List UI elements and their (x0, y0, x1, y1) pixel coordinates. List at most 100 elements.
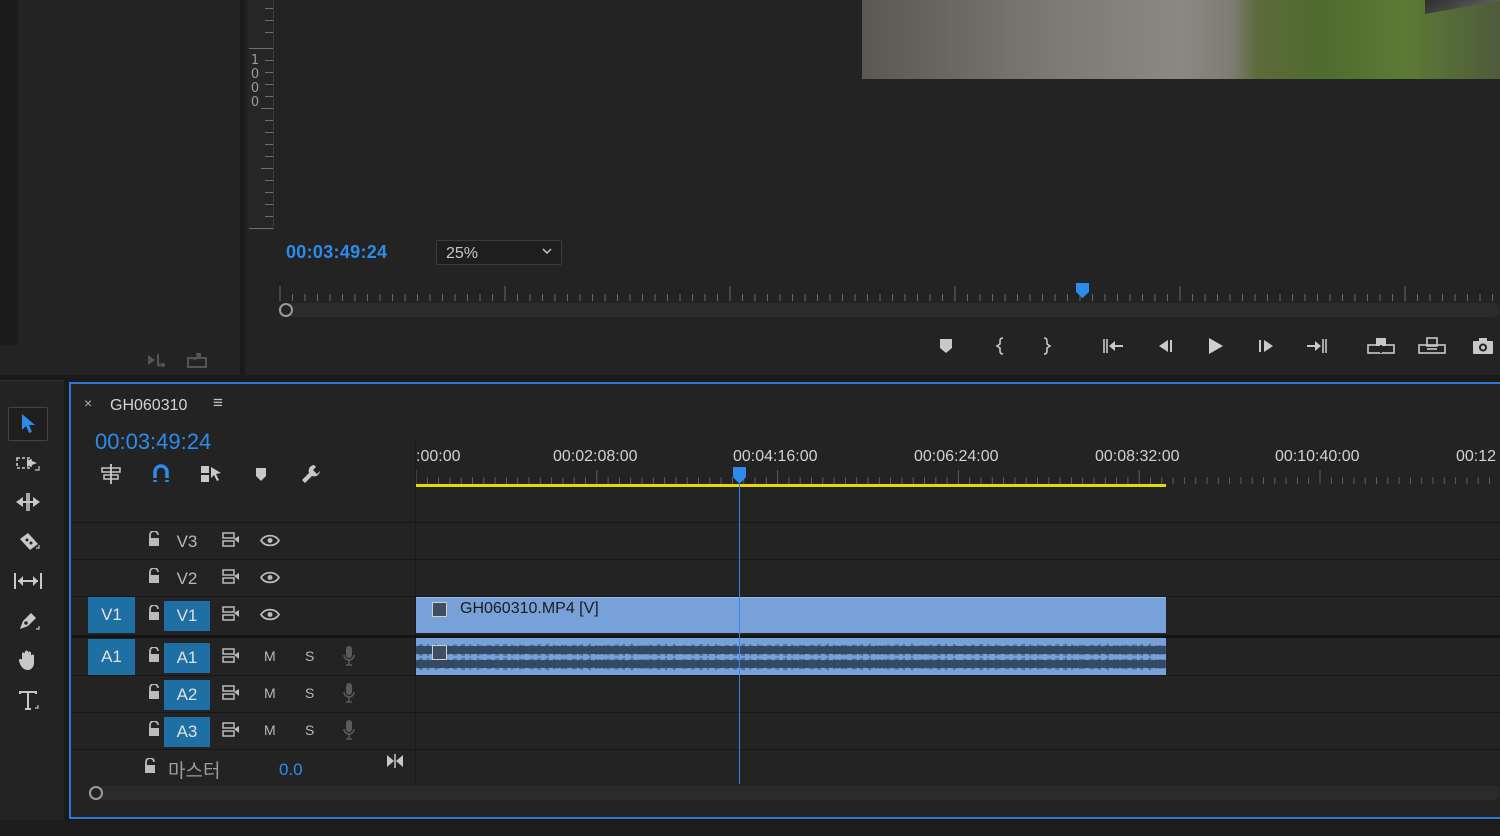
solo-button-a3[interactable]: S (305, 722, 314, 738)
snap-button[interactable] (148, 462, 174, 486)
microphone-icon[interactable] (342, 719, 356, 741)
extract-icon (1418, 337, 1446, 354)
sequence-tab[interactable]: GH060310 (110, 397, 187, 415)
track-target-a3[interactable]: A3 (164, 717, 210, 747)
source-patch-v1[interactable]: V1 (88, 597, 135, 633)
program-playhead[interactable] (1075, 283, 1090, 298)
timeline-playhead[interactable] (732, 467, 747, 484)
video-clip-label: GH060310.MP4 [V] (460, 600, 599, 617)
insert-icon[interactable] (146, 351, 168, 369)
panel-menu-button[interactable]: ≡ (213, 393, 223, 413)
go-to-out-icon (1307, 339, 1327, 353)
step-forward-button[interactable] (1255, 334, 1279, 358)
timeline-scrollbar-handle[interactable] (89, 786, 103, 800)
linked-selection-button[interactable] (198, 462, 224, 486)
track-header-v1: V1 V1 (72, 597, 415, 633)
timeline-zoom-scrollbar[interactable] (88, 786, 1500, 800)
program-timecode[interactable]: 00:03:49:24 (286, 242, 387, 263)
ripple-edit-icon (16, 493, 40, 511)
type-tool[interactable] (8, 684, 48, 718)
solo-button-a2[interactable]: S (305, 685, 314, 701)
solo-button-a1[interactable]: S (305, 648, 314, 664)
track-target-a2[interactable]: A2 (164, 680, 210, 710)
eye-icon[interactable] (260, 534, 280, 547)
work-area-bar[interactable] (416, 484, 1166, 487)
mute-button-a2[interactable]: M (264, 685, 276, 701)
sync-lock-icon[interactable] (221, 531, 241, 548)
track-target-v2[interactable]: V2 (164, 564, 210, 594)
source-patch-a1[interactable]: A1 (88, 639, 135, 675)
hand-tool[interactable] (8, 643, 48, 677)
sync-lock-icon[interactable] (221, 568, 241, 585)
eye-icon[interactable] (260, 571, 280, 584)
lock-icon[interactable] (147, 531, 161, 548)
mute-button-a3[interactable]: M (264, 722, 276, 738)
add-marker-button[interactable] (934, 334, 958, 358)
lock-icon[interactable] (147, 684, 161, 701)
lock-icon[interactable] (147, 605, 161, 622)
track-divider (72, 749, 1500, 750)
program-zoom-scrollbar[interactable] (278, 303, 1500, 317)
master-volume-value[interactable]: 0.0 (279, 760, 303, 780)
vertical-ruler (248, 0, 274, 230)
mute-button-a1[interactable]: M (264, 648, 276, 664)
selection-tool[interactable] (8, 407, 48, 441)
sync-lock-icon[interactable] (221, 684, 241, 701)
linked-selection-icon (201, 466, 221, 482)
step-back-button[interactable] (1152, 334, 1176, 358)
project-panel-edge (0, 0, 18, 345)
mark-out-button[interactable] (1035, 334, 1059, 358)
lift-icon (1367, 338, 1395, 354)
marker-icon (940, 339, 952, 353)
fx-badge-icon (432, 645, 447, 660)
sync-lock-icon[interactable] (221, 605, 241, 622)
go-to-in-button[interactable] (1101, 334, 1125, 358)
slip-tool[interactable] (8, 564, 48, 598)
nest-button[interactable] (98, 462, 124, 486)
track-target-a1[interactable]: A1 (164, 643, 210, 673)
step-forward-icon (1259, 340, 1273, 352)
go-to-edit-icon[interactable] (386, 753, 404, 769)
overwrite-icon[interactable] (186, 351, 208, 369)
mark-in-icon (995, 337, 1004, 355)
lift-button[interactable] (1367, 334, 1395, 358)
program-scrollbar-handle[interactable] (279, 303, 293, 317)
ruler-time-label: :00:00 (416, 448, 461, 465)
track-target-v1[interactable]: V1 (164, 601, 210, 631)
lock-icon[interactable] (147, 568, 161, 585)
extract-button[interactable] (1418, 334, 1446, 358)
export-frame-icon (1473, 338, 1493, 354)
lock-icon[interactable] (147, 721, 161, 738)
track-header-v2: V2 (72, 560, 415, 596)
step-back-icon (1159, 340, 1172, 352)
razor-tool[interactable] (8, 525, 48, 559)
export-frame-button[interactable] (1471, 334, 1495, 358)
track-select-forward-tool[interactable] (8, 446, 48, 480)
audio-clip[interactable] (416, 638, 1166, 675)
lock-icon[interactable] (147, 647, 161, 664)
master-track-label: 마스터 (168, 761, 221, 782)
ripple-edit-tool[interactable] (8, 485, 48, 519)
play-button[interactable] (1203, 334, 1227, 358)
track-target-v3[interactable]: V3 (164, 527, 210, 557)
track-header-a1: A1 A1 M S (72, 639, 415, 675)
add-marker-button-timeline[interactable] (248, 462, 274, 486)
program-time-ruler[interactable] (276, 284, 1500, 302)
pen-tool[interactable] (8, 604, 48, 638)
microphone-icon[interactable] (342, 645, 356, 667)
mark-in-button[interactable] (988, 334, 1012, 358)
sync-lock-icon[interactable] (221, 721, 241, 738)
hand-icon (18, 650, 34, 670)
close-tab-button[interactable]: × (84, 395, 92, 411)
go-to-out-button[interactable] (1305, 334, 1329, 358)
sync-lock-icon[interactable] (221, 647, 241, 664)
timeline-timecode[interactable]: 00:03:49:24 (95, 429, 211, 455)
timeline-settings-button[interactable] (298, 462, 324, 486)
eye-icon[interactable] (260, 608, 280, 621)
track-header-a2: A2 M S (72, 676, 415, 712)
microphone-icon[interactable] (342, 682, 356, 704)
lock-icon[interactable] (143, 758, 157, 775)
go-to-in-icon (1103, 339, 1123, 353)
type-icon (19, 691, 39, 710)
selection-tool-icon (22, 414, 35, 433)
